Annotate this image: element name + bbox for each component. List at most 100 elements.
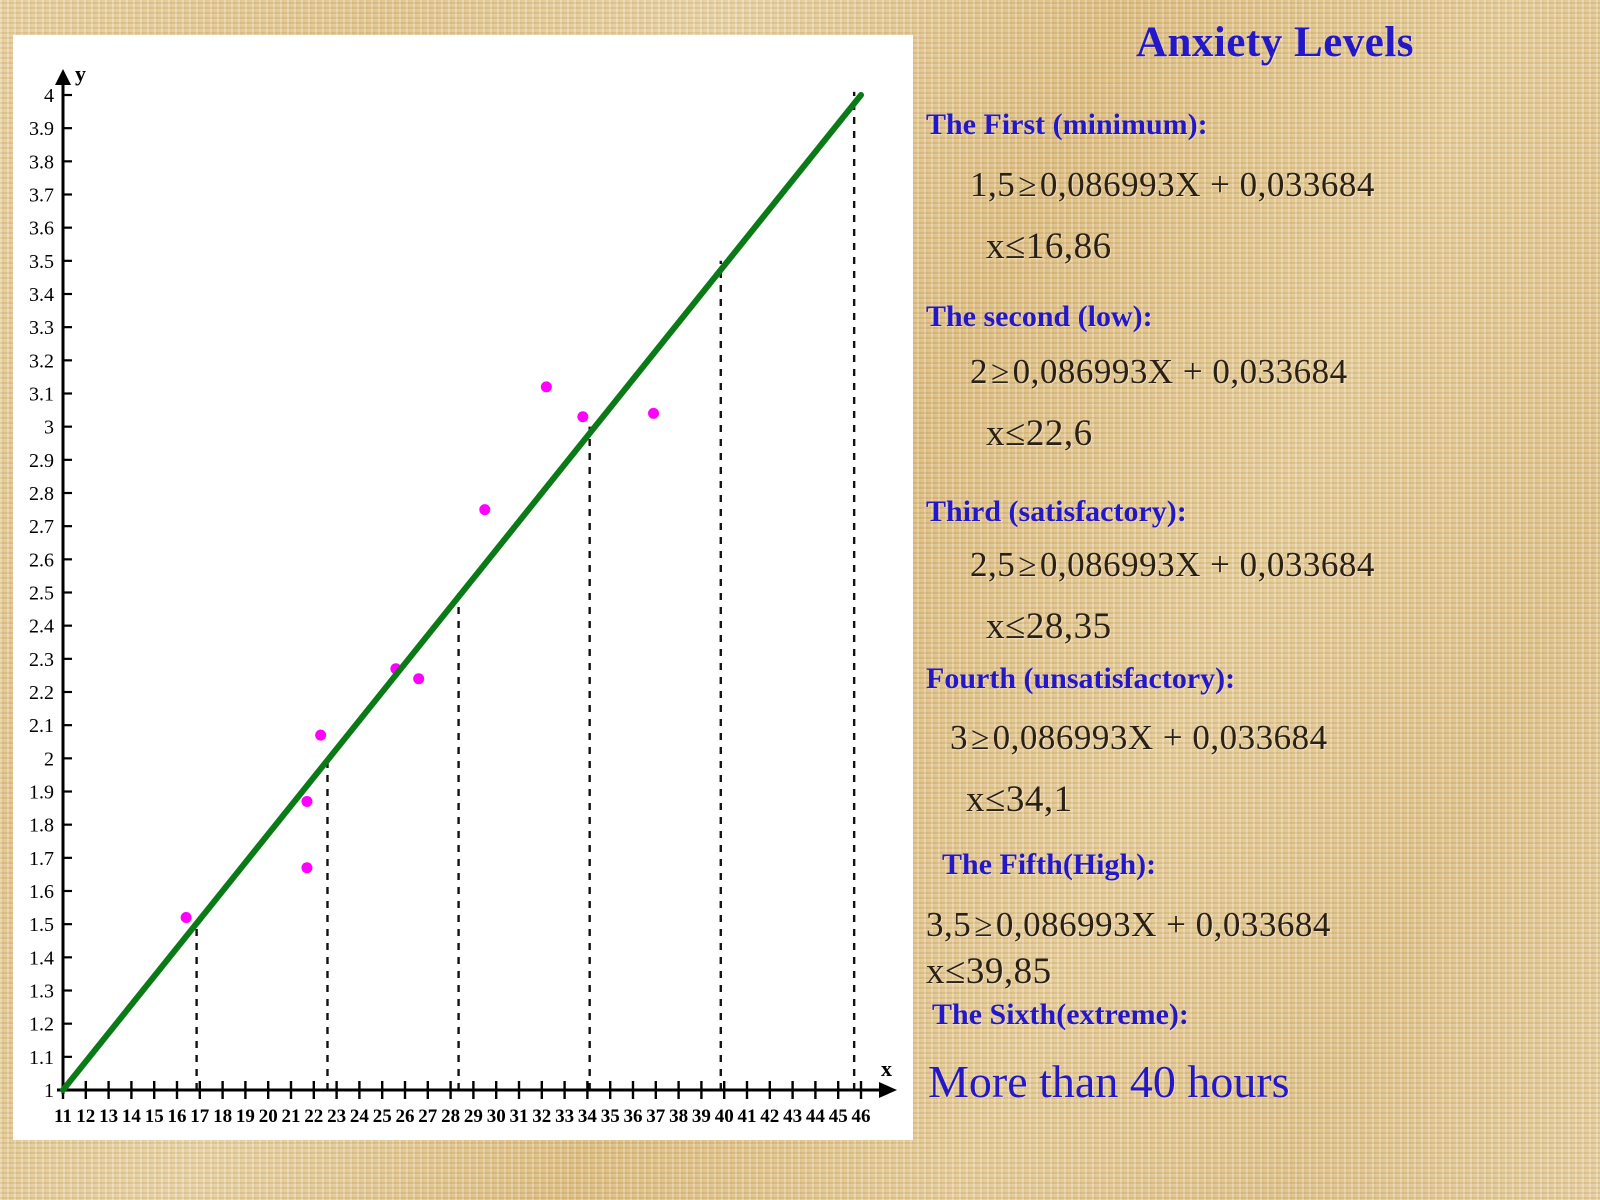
y-tick-label: 3.7 (29, 185, 54, 207)
x-tick-label: 34 (578, 1106, 598, 1127)
page-title: Anxiety Levels (1135, 19, 1415, 66)
x-tick-label: 25 (373, 1106, 392, 1127)
y-tick-label: 1.9 (29, 782, 54, 804)
data-point (479, 504, 491, 516)
x-tick-label: 39 (692, 1106, 711, 1127)
formula-left-fifth: 3,5 (926, 905, 972, 944)
y-tick-label: 3.1 (29, 384, 54, 406)
y-tick-label: 4 (44, 85, 54, 107)
data-point (648, 407, 660, 419)
y-axis-label: y (75, 61, 86, 86)
y-tick-label: 3.5 (29, 251, 54, 273)
formula-left-second: 2 (970, 352, 988, 391)
y-tick-label: 1.4 (29, 947, 54, 969)
level-heading-sixth: The Sixth(extreme): (932, 998, 1189, 1031)
x-tick-label: 36 (624, 1106, 643, 1127)
x-tick-label: 20 (259, 1106, 278, 1127)
level-solution-second: x≤22,6 (986, 412, 1093, 455)
solution-value-third: 28,35 (1025, 606, 1112, 647)
x-axis-arrow-icon (879, 1082, 897, 1098)
y-tick-label: 2.3 (29, 649, 54, 671)
y-tick-label: 1.2 (29, 1014, 54, 1036)
solution-value-first: 16,86 (1025, 226, 1112, 267)
level-solution-first: x≤16,86 (986, 225, 1112, 268)
level-formula-fourth: 3≥0,086993X + 0,033684 (950, 718, 1328, 758)
x-tick-label: 43 (783, 1106, 802, 1127)
x-tick-label: 23 (327, 1106, 346, 1127)
formula-left-third: 2,5 (970, 545, 1016, 584)
x-tick-label: 45 (829, 1106, 848, 1127)
y-tick-label: 2.8 (29, 483, 54, 505)
y-tick-label: 3 (44, 417, 54, 439)
y-tick-label: 2.1 (29, 715, 54, 737)
x-tick-label: 11 (54, 1106, 72, 1127)
level-solution-fourth: x≤34,1 (966, 778, 1073, 821)
formula-relation-third: ≥ (1018, 548, 1037, 584)
level-formula-third: 2,5≥0,086993X + 0,033684 (970, 545, 1375, 585)
x-tick-label: 14 (122, 1106, 142, 1127)
x-tick-label: 29 (464, 1106, 483, 1127)
data-point (180, 912, 192, 924)
solution-var-fourth: x (966, 779, 985, 820)
x-tick-label: 37 (646, 1106, 666, 1127)
solution-relation-fifth: ≤ (945, 951, 966, 992)
y-tick-label: 3.3 (29, 317, 54, 339)
data-point (540, 381, 552, 393)
y-tick-label: 3.8 (29, 151, 54, 173)
x-tick-label: 46 (852, 1106, 871, 1127)
x-tick-label: 15 (145, 1106, 164, 1127)
formula-right-second: 0,086993X + 0,033684 (1012, 352, 1348, 391)
y-axis-arrow-icon (55, 69, 71, 85)
x-tick-label: 28 (441, 1106, 460, 1127)
formula-left-first: 1,5 (970, 165, 1016, 204)
y-tick-label: 1.6 (29, 881, 54, 903)
y-tick-label: 1 (44, 1080, 54, 1102)
y-tick-label: 3.6 (29, 218, 54, 240)
scatter-chart: 1 1.1 1.2 1.3 1.4 1.5 1.6 1.7 1.8 1.9 2 2.1 2.2 2.3 2.… (29, 61, 897, 1127)
y-tick-label: 1.7 (29, 848, 54, 870)
x-tick-label: 31 (510, 1106, 529, 1127)
level-heading-second: The second (low): (926, 300, 1153, 333)
solution-relation-first: ≤ (1005, 226, 1026, 267)
data-point (301, 862, 313, 874)
formula-right-fifth: 0,086993X + 0,033684 (995, 905, 1331, 944)
x-tick-label: 27 (418, 1106, 438, 1127)
level-solution-fifth: x≤39,85 (926, 950, 1052, 993)
conclusion-text: More than 40 hours (928, 1056, 1290, 1107)
x-tick-label: 41 (738, 1106, 757, 1127)
y-tick-label: 1.5 (29, 914, 54, 936)
solution-value-fifth: 39,85 (965, 951, 1052, 992)
level-formula-fifth: 3,5≥0,086993X + 0,033684 (926, 905, 1331, 945)
x-tick-label: 42 (760, 1106, 779, 1127)
x-tick-label: 35 (601, 1106, 620, 1127)
solution-var-first: x (986, 226, 1005, 267)
x-tick-label: 17 (190, 1106, 210, 1127)
data-point (413, 673, 425, 685)
formula-left-fourth: 3 (950, 718, 968, 757)
level-solution-third: x≤28,35 (986, 605, 1112, 648)
level-heading-fifth: The Fifth(High): (942, 848, 1157, 881)
solution-relation-second: ≤ (1005, 413, 1026, 454)
formula-right-first: 0,086993X + 0,033684 (1039, 165, 1375, 204)
x-tick-label: 24 (350, 1106, 370, 1127)
x-tick-label: 40 (715, 1106, 734, 1127)
slide: 1 1.1 1.2 1.3 1.4 1.5 1.6 1.7 1.8 1.9 2 2.1 2.2 2.3 2.… (0, 0, 1600, 1200)
y-tick-label: 1.8 (29, 815, 54, 837)
chart-panel: 1 1.1 1.2 1.3 1.4 1.5 1.6 1.7 1.8 1.9 2 2.1 2.2 2.3 2.… (13, 35, 913, 1140)
formula-relation-fifth: ≥ (974, 908, 993, 944)
y-tick-label: 3.2 (29, 350, 54, 372)
level-heading-first: The First (minimum): (926, 108, 1208, 141)
x-tick-label: 21 (282, 1106, 301, 1127)
x-tick-label: 44 (806, 1106, 826, 1127)
data-point (301, 795, 313, 807)
x-tick-label: 30 (487, 1106, 506, 1127)
x-tick-label: 12 (76, 1106, 95, 1127)
solution-var-third: x (986, 606, 1005, 647)
data-point (315, 729, 327, 741)
solution-value-second: 22,6 (1025, 413, 1093, 454)
data-point (577, 411, 589, 423)
x-tick-label: 32 (532, 1106, 551, 1127)
x-tick-label: 13 (99, 1106, 118, 1127)
x-tick-label: 18 (213, 1106, 232, 1127)
y-tick-label: 2.2 (29, 682, 54, 704)
